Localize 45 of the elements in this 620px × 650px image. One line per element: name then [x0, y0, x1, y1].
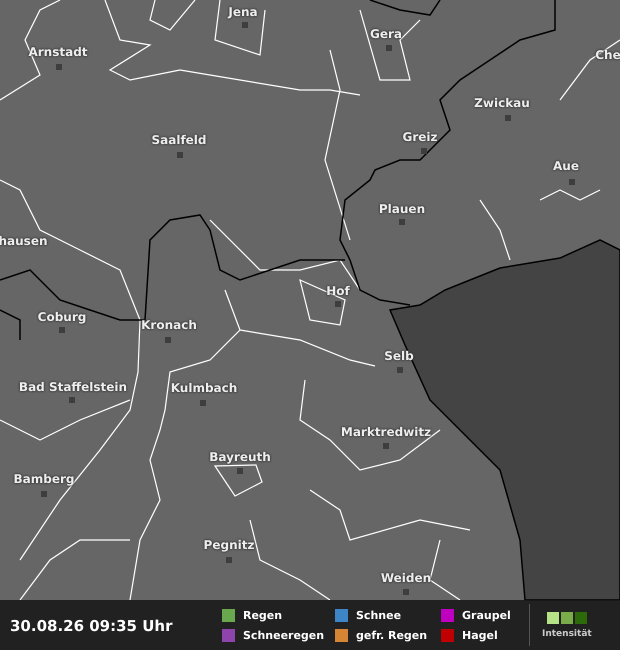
- city-label: Kulmbach: [170, 381, 238, 395]
- city-label: Plauen: [378, 202, 426, 216]
- city-marker-icon: [386, 45, 392, 51]
- city-label: Coburg: [38, 310, 86, 324]
- legend-label: Schnee: [356, 608, 402, 622]
- intensity-label: Intensität: [542, 628, 592, 638]
- city-marker-icon: [41, 491, 47, 497]
- city-label: Pegnitz: [204, 538, 254, 552]
- city-label: Jena: [228, 5, 258, 19]
- legend-label: Graupel: [462, 608, 511, 622]
- city-marker-icon: [505, 115, 511, 121]
- city-label: Aue: [553, 159, 579, 173]
- city-label: Che: [595, 48, 620, 62]
- legend-label: gefr. Regen: [356, 628, 428, 642]
- city-label: Marktredwitz: [340, 425, 432, 439]
- city-label: Saalfeld: [152, 133, 206, 147]
- city-label: Gera: [370, 27, 402, 41]
- city-label: Hof: [326, 284, 350, 298]
- legend-label: Schneeregen: [243, 628, 324, 642]
- city-label: Zwickau: [474, 96, 530, 110]
- legend-label: Regen: [243, 608, 282, 622]
- city-marker-icon: [569, 179, 575, 185]
- city-marker-icon: [403, 589, 409, 595]
- city-marker-icon: [383, 443, 389, 449]
- city-marker-icon: [165, 337, 171, 343]
- city-label: Kronach: [141, 318, 197, 332]
- city-marker-icon: [69, 397, 75, 403]
- city-marker-icon: [237, 468, 243, 474]
- city-marker-icon: [226, 557, 232, 563]
- city-marker-icon: [421, 148, 427, 154]
- city-marker-icon: [56, 64, 62, 70]
- city-label: Weiden: [380, 571, 432, 585]
- city-marker-icon: [200, 400, 206, 406]
- city-marker-icon: [335, 301, 341, 307]
- timestamp: 30.08.26 09:35 Uhr: [10, 616, 172, 634]
- city-label: Bayreuth: [209, 450, 271, 464]
- city-label: Greiz: [402, 130, 438, 144]
- city-marker-icon: [397, 367, 403, 373]
- city-marker-icon: [177, 152, 183, 158]
- city-marker-icon: [59, 327, 65, 333]
- city-marker-icon: [242, 22, 248, 28]
- city-label: Bad Staffelstein: [18, 380, 128, 394]
- legend-label: Hagel: [462, 628, 498, 642]
- city-label: Bamberg: [14, 472, 74, 486]
- city-marker-icon: [399, 219, 405, 225]
